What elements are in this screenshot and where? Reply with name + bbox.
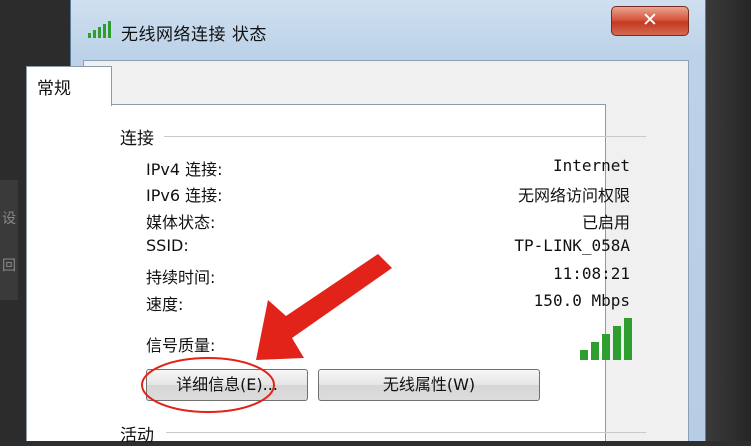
info-value: Internet xyxy=(552,156,630,175)
background-left-panel xyxy=(0,180,18,300)
info-row-ipv6: IPv6 连接: 无网络访问权限 xyxy=(146,182,630,206)
info-label: IPv6 连接: xyxy=(146,186,223,205)
close-button[interactable]: ✕ xyxy=(611,6,689,36)
section-activity-label: 活动 xyxy=(120,426,154,446)
section-activity-divider xyxy=(166,432,646,433)
wireless-signal-icon xyxy=(88,21,111,38)
info-row-duration: 持续时间: 11:08:21 xyxy=(146,264,630,288)
signal-strength-icon xyxy=(580,318,632,360)
details-button[interactable]: 详细信息(E)... xyxy=(146,369,308,401)
info-value: 无网络访问权限 xyxy=(517,186,630,205)
info-value: 150.0 Mbps xyxy=(533,291,630,310)
info-label: IPv4 连接: xyxy=(146,160,223,179)
section-connection-label: 连接 xyxy=(120,129,154,149)
info-row-ssid: SSID: TP-LINK_058A xyxy=(146,236,630,260)
info-value: 已启用 xyxy=(581,213,630,232)
signal-bar xyxy=(580,350,588,360)
info-label: 媒体状态: xyxy=(146,213,216,232)
close-icon: ✕ xyxy=(642,9,658,31)
info-row-speed: 速度: 150.0 Mbps xyxy=(146,291,630,315)
background-right xyxy=(706,0,751,441)
background-left-text-1: 设 xyxy=(2,211,16,227)
signal-quality-label: 信号质量: xyxy=(146,336,216,355)
signal-bar xyxy=(613,326,621,360)
info-row-media-state: 媒体状态: 已启用 xyxy=(146,209,630,233)
info-label: SSID: xyxy=(146,236,189,255)
wireless-properties-button[interactable]: 无线属性(W) xyxy=(318,369,540,401)
window-title: 无线网络连接 状态 xyxy=(121,25,267,45)
info-label: 持续时间: xyxy=(146,268,216,287)
background-left-text-2: 回 xyxy=(2,258,16,274)
signal-bar xyxy=(591,342,599,360)
tab-general[interactable]: 常规 xyxy=(26,66,112,106)
signal-bar xyxy=(602,334,610,360)
title-bar[interactable]: 无线网络连接 状态 ✕ xyxy=(71,0,705,60)
info-row-signal: 信号质量: xyxy=(146,332,346,356)
info-row-ipv4: IPv4 连接: Internet xyxy=(146,156,630,180)
signal-bar xyxy=(624,318,632,360)
info-value: 11:08:21 xyxy=(552,264,630,283)
info-value: TP-LINK_058A xyxy=(514,236,630,255)
info-label: 速度: xyxy=(146,295,184,314)
section-connection-divider xyxy=(164,136,646,137)
